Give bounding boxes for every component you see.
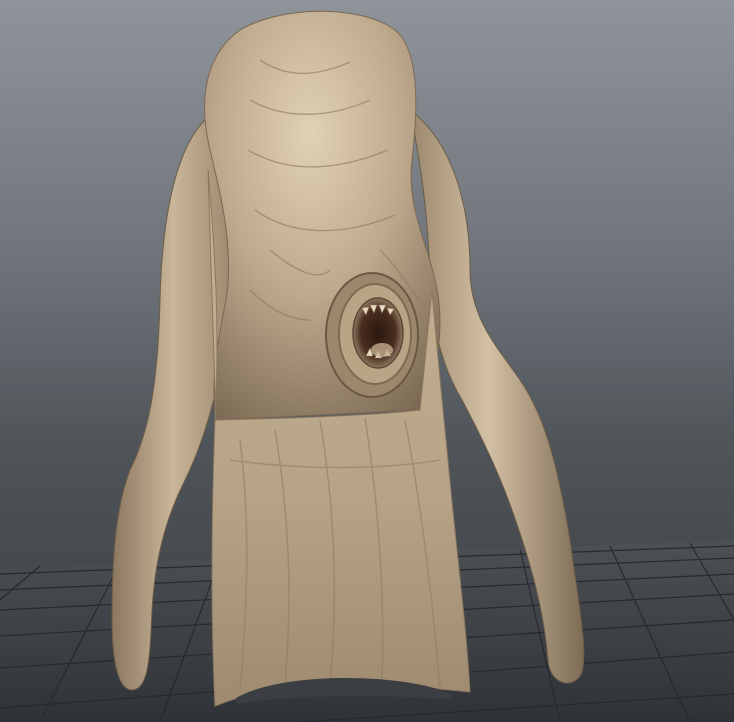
creature-mouth — [325, 272, 419, 398]
viewport-scene — [0, 10, 734, 722]
3d-viewport[interactable] — [0, 0, 734, 722]
